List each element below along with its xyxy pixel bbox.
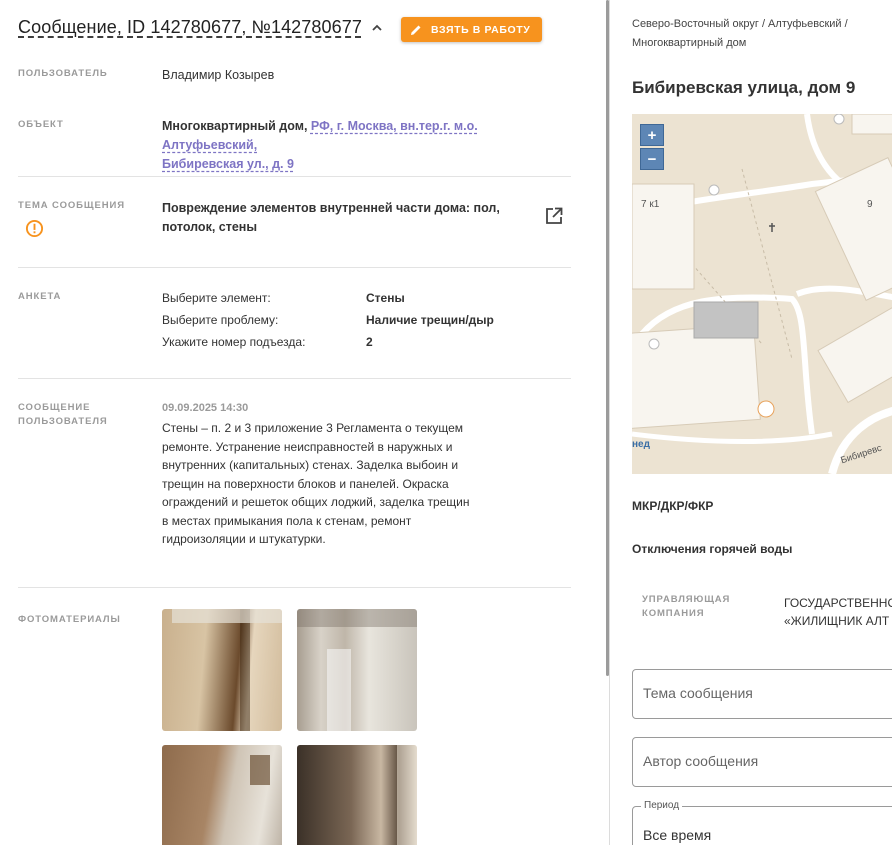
message-header: Сообщение, ID 142780677, №142780677 — [18, 17, 384, 38]
map-canvas — [632, 114, 892, 474]
zoom-out-button[interactable]: − — [640, 148, 664, 170]
management-company-value-line1: ГОСУДАРСТВЕННО — [784, 596, 892, 610]
take-to-work-label: ВЗЯТЬ В РАБОТУ — [431, 23, 531, 36]
user-value: Владимир Козырев — [162, 68, 275, 82]
period-legend: Период — [641, 800, 683, 811]
address-title: Бибиревская улица, дом 9 — [632, 78, 856, 97]
anketa-answer: Наличие трещин/дыр — [366, 313, 494, 327]
photo-thumbnail[interactable] — [162, 745, 282, 845]
anketa-question: Выберите проблему: — [162, 313, 279, 327]
photos-label: ФОТОМАТЕРИАЛЫ — [18, 614, 121, 625]
map-building-label: 9 — [867, 199, 873, 210]
anketa-question: Укажите номер подъезда: — [162, 335, 306, 349]
hot-water-outages-link[interactable]: Отключения горячей воды — [632, 542, 792, 556]
anketa-label: АНКЕТА — [18, 291, 62, 302]
photo-thumbnail[interactable] — [162, 609, 282, 731]
topic-label: ТЕМА СООБЩЕНИЯ — [18, 200, 125, 211]
author-filter-input[interactable] — [643, 753, 892, 769]
divider — [18, 267, 571, 268]
divider — [18, 587, 571, 588]
topic-filter-input[interactable] — [643, 685, 892, 701]
management-company-label-line2: КОМПАНИЯ — [642, 608, 705, 619]
chevron-up-icon[interactable] — [370, 21, 384, 35]
divider — [18, 378, 571, 379]
warning-icon — [25, 219, 44, 238]
management-company-label: УПРАВЛЯЮЩАЯ КОМПАНИЯ — [642, 593, 730, 621]
photo-thumbnail[interactable] — [297, 745, 417, 845]
user-label: ПОЛЬЗОВАТЕЛЬ — [18, 68, 108, 79]
map-zoom-controls: + − — [640, 124, 664, 170]
object-label: ОБЪЕКТ — [18, 119, 64, 130]
topic-filter-field[interactable] — [632, 669, 892, 719]
topic-value: Повреждение элементов внутренней части д… — [162, 201, 500, 234]
message-details-pane: Сообщение, ID 142780677, №142780677 ВЗЯТ… — [0, 0, 606, 845]
management-company-value: ГОСУДАРСТВЕННО «ЖИЛИЩНИК АЛТ — [784, 594, 892, 630]
map-building-label: 7 к1 — [641, 199, 660, 210]
anketa-answer: Стены — [366, 291, 405, 305]
management-company-value-line2: «ЖИЛИЩНИК АЛТ — [784, 614, 890, 628]
user-message-label: СООБЩЕНИЕ ПОЛЬЗОВАТЕЛЯ — [18, 402, 108, 427]
photo-thumbnail[interactable] — [297, 609, 417, 731]
anketa-question: Выберите элемент: — [162, 291, 271, 305]
message-title[interactable]: Сообщение, ID 142780677, №142780677 — [18, 17, 362, 38]
divider — [18, 176, 571, 177]
map-attribution[interactable]: нед — [632, 439, 650, 450]
map[interactable]: + − 7 к1 9 Бибиревс нед — [632, 114, 892, 474]
breadcrumb[interactable]: Северо-Восточный округ / Алтуфьевский / … — [632, 15, 882, 53]
anketa-answer: 2 — [366, 335, 373, 349]
take-to-work-button[interactable]: ВЗЯТЬ В РАБОТУ — [401, 17, 543, 42]
pencil-icon — [411, 25, 421, 35]
zoom-in-button[interactable]: + — [640, 124, 664, 146]
object-info-pane: Северо-Восточный округ / Алтуфьевский / … — [610, 0, 892, 845]
object-type: Многоквартирный дом, — [162, 119, 308, 133]
object-value: Многоквартирный дом, РФ, г. Москва, вн.т… — [162, 117, 562, 174]
message-date: 09.09.2025 14:30 — [162, 402, 249, 414]
message-text: Стены – п. 2 и 3 приложение 3 Регламента… — [162, 421, 470, 546]
management-company-label-line1: УПРАВЛЯЮЩАЯ — [642, 594, 731, 605]
period-select[interactable]: Период Все время — [632, 800, 892, 845]
open-external-icon[interactable] — [544, 206, 564, 226]
object-address-link-line2[interactable]: Бибиревская ул., д. 9 — [162, 157, 294, 171]
period-value: Все время — [643, 827, 712, 843]
mkr-link[interactable]: МКР/ДКР/ФКР — [632, 499, 713, 513]
author-filter-field[interactable] — [632, 737, 892, 787]
